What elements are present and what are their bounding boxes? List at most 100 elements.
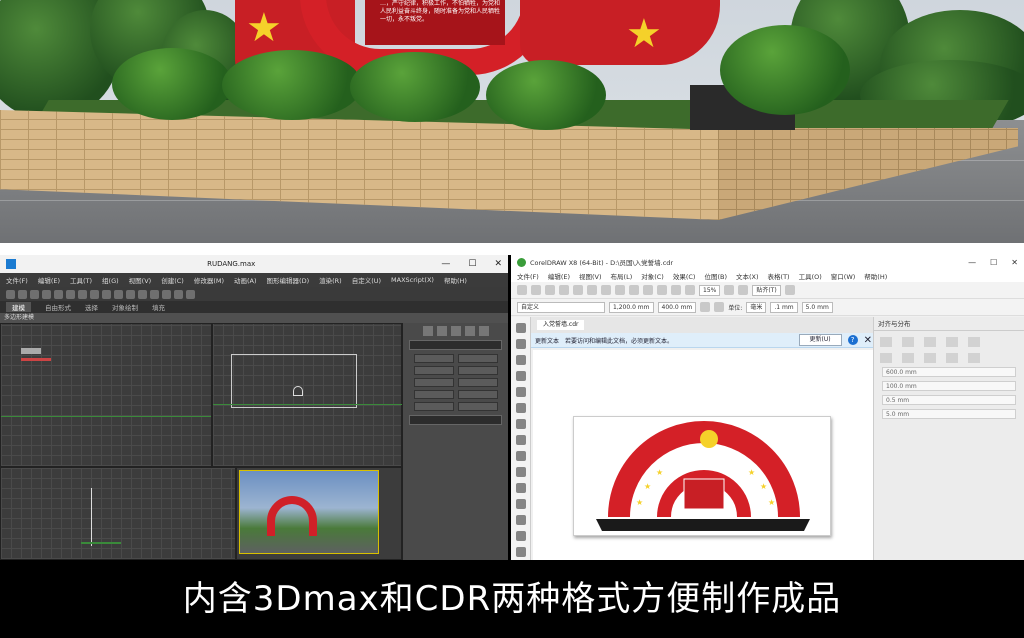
options-gear-icon[interactable] bbox=[784, 285, 795, 295]
snap-icon[interactable] bbox=[114, 289, 123, 299]
menu-rendering[interactable]: 渲染(R) bbox=[319, 275, 342, 285]
transparency-tool-icon[interactable] bbox=[515, 531, 526, 541]
rectangle-tool-icon[interactable] bbox=[515, 419, 526, 429]
tab-object-paint[interactable]: 对象绘制 bbox=[112, 302, 138, 312]
menu-modifiers[interactable]: 修改器(M) bbox=[194, 275, 224, 285]
menu-effects[interactable]: 效果(C) bbox=[673, 271, 696, 281]
position-x-field[interactable]: 600.0 mm bbox=[882, 367, 1016, 377]
minimize-button[interactable]: — bbox=[441, 259, 450, 269]
viewport-perspective[interactable] bbox=[236, 467, 402, 560]
connector-tool-icon[interactable] bbox=[515, 499, 526, 509]
blend-tool-icon[interactable] bbox=[515, 515, 526, 525]
unlink-icon[interactable] bbox=[42, 289, 51, 299]
menu-edit[interactable]: 编辑(E) bbox=[38, 275, 60, 285]
menu-graph-editors[interactable]: 图形编辑器(D) bbox=[267, 275, 310, 285]
page-size-dropdown[interactable]: 自定义 bbox=[517, 301, 605, 313]
menu-help[interactable]: 帮助(H) bbox=[444, 275, 467, 285]
mirror-icon[interactable] bbox=[138, 289, 147, 299]
duplicate-distance-y[interactable]: 5.0 mm bbox=[882, 409, 1016, 419]
menu-file[interactable]: 文件(F) bbox=[6, 275, 28, 285]
select-region-icon[interactable] bbox=[66, 289, 75, 299]
maximize-button[interactable]: ☐ bbox=[990, 258, 997, 267]
menu-animation[interactable]: 动画(A) bbox=[234, 275, 257, 285]
hierarchy-panel-icon[interactable] bbox=[450, 326, 461, 336]
new-icon[interactable] bbox=[517, 285, 527, 295]
viewport-left[interactable] bbox=[0, 467, 236, 560]
snap-to-dropdown[interactable]: 贴齐(T) bbox=[752, 284, 781, 296]
object-button[interactable] bbox=[457, 366, 498, 375]
shape-tool-icon[interactable] bbox=[515, 339, 526, 349]
undo-icon[interactable] bbox=[615, 285, 625, 295]
redo-icon[interactable] bbox=[18, 289, 27, 299]
align-middle-icon[interactable] bbox=[968, 337, 980, 347]
page-width-field[interactable]: 1,200.0 mm bbox=[609, 301, 654, 313]
menu-layout[interactable]: 布局(L) bbox=[611, 271, 633, 281]
menu-view[interactable]: 视图(V) bbox=[579, 271, 602, 281]
open-icon[interactable] bbox=[531, 285, 541, 295]
eyedropper-tool-icon[interactable] bbox=[515, 547, 526, 557]
paste-icon[interactable] bbox=[601, 285, 611, 295]
search-icon[interactable] bbox=[643, 285, 653, 295]
align-bottom-icon[interactable] bbox=[880, 353, 892, 363]
export-icon[interactable] bbox=[671, 285, 681, 295]
align-top-icon[interactable] bbox=[946, 337, 958, 347]
angle-snap-icon[interactable] bbox=[126, 289, 135, 299]
modify-panel-icon[interactable] bbox=[436, 326, 447, 336]
tab-populate[interactable]: 填充 bbox=[152, 302, 165, 312]
viewport-top[interactable] bbox=[0, 323, 212, 467]
object-button[interactable] bbox=[457, 378, 498, 387]
help-icon[interactable]: ? bbox=[847, 335, 858, 345]
align-right-icon[interactable] bbox=[924, 337, 936, 347]
object-button[interactable] bbox=[413, 366, 454, 375]
distribute-center-icon[interactable] bbox=[924, 353, 936, 363]
object-button[interactable] bbox=[413, 390, 454, 399]
viewport-front[interactable] bbox=[212, 323, 403, 467]
menu-view[interactable]: 视图(V) bbox=[129, 275, 152, 285]
display-panel-icon[interactable] bbox=[478, 326, 489, 336]
motion-panel-icon[interactable] bbox=[464, 326, 475, 336]
align-left-icon[interactable] bbox=[880, 337, 892, 347]
menu-file[interactable]: 文件(F) bbox=[517, 271, 539, 281]
outline-width-field[interactable]: 0.5 mm bbox=[882, 395, 1016, 405]
render-setup-icon[interactable] bbox=[174, 289, 183, 299]
update-button[interactable]: 更新(U) bbox=[798, 334, 842, 346]
drawing-canvas[interactable]: ★ ★ ★ ★ ★ ★ bbox=[533, 350, 891, 560]
ribbon-polygon-modeling[interactable]: 多边形建模 bbox=[0, 313, 508, 323]
nudge-distance-field[interactable]: .1 mm bbox=[770, 301, 798, 313]
object-button[interactable] bbox=[457, 390, 498, 399]
material-editor-icon[interactable] bbox=[162, 289, 171, 299]
portrait-icon[interactable] bbox=[700, 302, 711, 312]
dimension-tool-icon[interactable] bbox=[515, 483, 526, 493]
maximize-button[interactable]: ☐ bbox=[468, 259, 476, 269]
crop-tool-icon[interactable] bbox=[515, 355, 526, 365]
tab-freeform[interactable]: 自由形式 bbox=[45, 302, 71, 312]
page-height-field[interactable]: 400.0 mm bbox=[657, 301, 697, 313]
freehand-tool-icon[interactable] bbox=[515, 387, 526, 397]
scale-icon[interactable] bbox=[102, 289, 111, 299]
undo-icon[interactable] bbox=[6, 289, 15, 299]
create-panel-icon[interactable] bbox=[422, 326, 433, 336]
object-type-dropdown[interactable] bbox=[409, 340, 502, 350]
print-icon[interactable] bbox=[559, 285, 569, 295]
menu-create[interactable]: 创建(C) bbox=[161, 275, 184, 285]
landscape-icon[interactable] bbox=[714, 302, 725, 312]
units-dropdown[interactable]: 毫米 bbox=[746, 301, 767, 313]
zoom-level-field[interactable]: 15% bbox=[699, 284, 721, 296]
duplicate-distance-x[interactable]: 5.0 mm bbox=[801, 301, 833, 313]
tab-selection[interactable]: 选择 bbox=[85, 302, 98, 312]
render-icon[interactable] bbox=[186, 289, 195, 299]
menu-group[interactable]: 组(G) bbox=[102, 275, 119, 285]
publish-pdf-icon[interactable] bbox=[685, 285, 695, 295]
menu-maxscript[interactable]: MAXScript(X) bbox=[391, 276, 434, 284]
minimize-button[interactable]: — bbox=[968, 258, 976, 267]
menu-window[interactable]: 窗口(W) bbox=[831, 271, 856, 281]
menu-text[interactable]: 文本(X) bbox=[736, 271, 759, 281]
cut-icon[interactable] bbox=[573, 285, 583, 295]
save-icon[interactable] bbox=[545, 285, 555, 295]
select-icon[interactable] bbox=[54, 289, 63, 299]
distribute-spacing-icon[interactable] bbox=[968, 353, 980, 363]
tab-modeling[interactable]: 建模 bbox=[6, 302, 31, 312]
name-color-field[interactable] bbox=[409, 415, 502, 425]
object-button[interactable] bbox=[413, 378, 454, 387]
menu-object[interactable]: 对象(C) bbox=[641, 271, 664, 281]
